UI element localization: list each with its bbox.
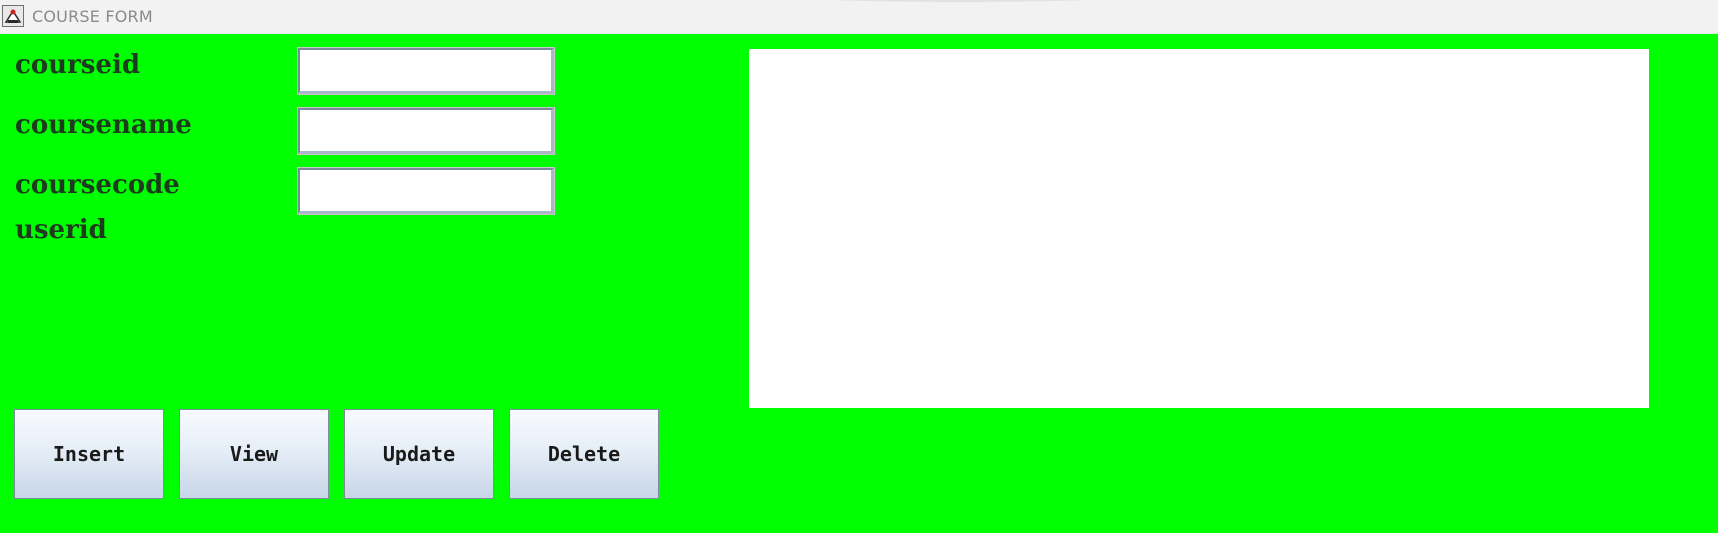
java-app-icon[interactable] (2, 5, 24, 27)
view-button[interactable]: View (179, 409, 329, 499)
userid-label: userid (15, 215, 107, 245)
title-bar-shadow (790, 0, 1130, 2)
update-button[interactable]: Update (344, 409, 494, 499)
coursename-input[interactable] (297, 107, 555, 155)
insert-button[interactable]: Insert (14, 409, 164, 499)
coursename-label: coursename (15, 110, 192, 140)
title-bar[interactable]: COURSE FORM (0, 0, 1718, 34)
coursecode-label: coursecode (15, 170, 180, 200)
delete-button[interactable]: Delete (509, 409, 659, 499)
coursecode-input[interactable] (297, 167, 555, 215)
courseid-label: courseid (15, 50, 141, 80)
form-panel: courseid coursename coursecode userid In… (0, 34, 1718, 533)
courseid-input[interactable] (297, 47, 555, 95)
output-text-area[interactable] (749, 49, 1649, 408)
window-title: COURSE FORM (32, 7, 153, 26)
app-window: COURSE FORM courseid coursename courseco… (0, 0, 1718, 534)
